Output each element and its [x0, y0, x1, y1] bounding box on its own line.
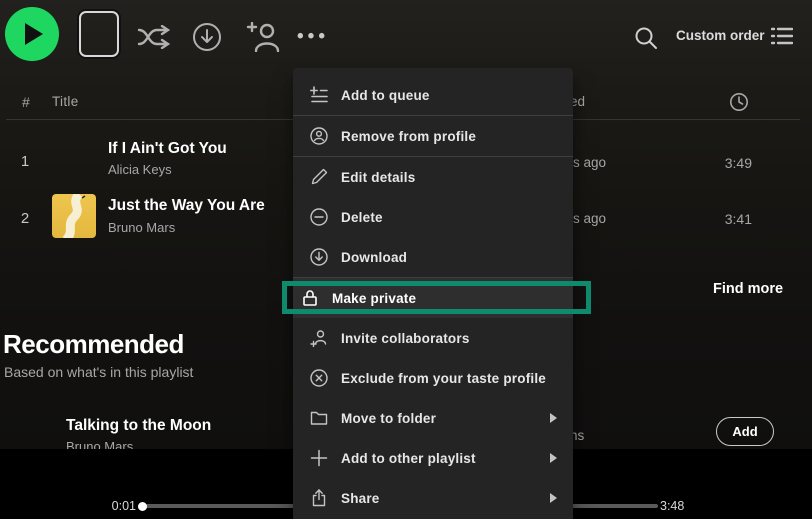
download-circle-icon [193, 23, 221, 51]
play-button[interactable] [5, 7, 59, 61]
menu-item-invite-collaborators[interactable]: Invite collaborators [293, 318, 573, 358]
menu-item-label: Delete [341, 209, 383, 225]
list-view-icon [771, 27, 793, 45]
pencil-icon [310, 168, 328, 186]
track-row-2-duration: 3:41 [724, 211, 752, 227]
find-more-link[interactable]: Find more [713, 281, 783, 297]
track-row-2-artist[interactable]: Bruno Mars [108, 220, 175, 235]
menu-item-share[interactable]: Share [293, 478, 573, 518]
track-row-1-index[interactable]: 1 [15, 153, 35, 170]
submenu-arrow-icon [550, 453, 557, 463]
add-to-queue-icon [310, 86, 328, 104]
track-row-1-duration: 3:49 [724, 155, 752, 171]
x-circle-icon [310, 369, 328, 387]
track-row-2-album-art[interactable] [52, 194, 96, 238]
menu-item-label: Remove from profile [341, 128, 477, 144]
menu-item-label: Share [341, 490, 380, 506]
menu-item-label: Add to other playlist [341, 450, 476, 466]
menu-item-label: Add to queue [341, 87, 430, 103]
menu-item-label: Edit details [341, 169, 416, 185]
menu-item-delete[interactable]: Delete [293, 197, 573, 237]
add-recommended-track-button[interactable]: Add [716, 417, 774, 446]
album-art-road-graphic [62, 194, 86, 238]
submenu-arrow-icon [550, 413, 557, 423]
recommended-row-title[interactable]: Talking to the Moon [66, 417, 211, 435]
track-row-2-date-added-fragment: s ago [573, 211, 607, 226]
plus-icon [310, 449, 328, 467]
person-add-icon [310, 329, 328, 347]
recommended-subtitle: Based on what's in this playlist [4, 364, 194, 380]
download-playlist-button[interactable] [191, 21, 223, 53]
shuffle-button[interactable] [135, 23, 175, 51]
menu-item-remove-from-profile[interactable]: Remove from profile [293, 116, 573, 156]
more-options-button[interactable]: ••• [295, 24, 331, 50]
lock-icon [301, 289, 319, 307]
menu-item-make-private[interactable]: Make private [293, 278, 573, 318]
menu-item-add-to-other-playlist[interactable]: Add to other playlist [293, 438, 573, 478]
minus-circle-icon [310, 208, 328, 226]
menu-item-label: Make private [332, 290, 417, 306]
remove-from-profile-icon [310, 127, 328, 145]
column-header-duration[interactable] [729, 92, 749, 112]
column-header-title[interactable]: Title [52, 94, 79, 109]
track-row-1-artist[interactable]: Alicia Keys [108, 162, 172, 177]
menu-item-label: Invite collaborators [341, 330, 470, 346]
menu-item-download[interactable]: Download [293, 237, 573, 277]
ellipsis-icon: ••• [297, 26, 329, 47]
share-icon [310, 489, 328, 507]
menu-item-add-to-queue[interactable]: Add to queue [293, 75, 573, 115]
add-user-icon [246, 22, 280, 52]
play-icon [25, 23, 43, 45]
column-header-index[interactable]: # [22, 94, 30, 110]
sort-order-button[interactable]: Custom order [676, 28, 765, 43]
playlist-page: ••• Custom order # Title ed 1 If I Ain't… [0, 0, 812, 519]
search-in-playlist-button[interactable] [633, 25, 659, 51]
seek-handle[interactable] [138, 502, 147, 511]
menu-item-edit-details[interactable]: Edit details [293, 157, 573, 197]
invite-collaborators-button[interactable] [243, 21, 283, 53]
add-button-label: Add [732, 424, 758, 439]
recommended-heading: Recommended [3, 329, 184, 359]
shuffle-icon [137, 25, 171, 49]
track-row-2-index[interactable]: 2 [15, 210, 35, 227]
clock-icon [730, 93, 748, 111]
track-row-1-title[interactable]: If I Ain't Got You [108, 140, 227, 158]
total-duration: 3:48 [660, 499, 685, 513]
track-row-2-title[interactable]: Just the Way You Are [108, 197, 265, 215]
search-icon [635, 27, 657, 49]
now-playing-thumbnail[interactable] [79, 11, 119, 57]
menu-item-label: Download [341, 249, 408, 265]
folder-icon [310, 409, 328, 427]
submenu-arrow-icon [550, 493, 557, 503]
elapsed-time: 0:01 [111, 499, 136, 513]
menu-item-label: Exclude from your taste profile [341, 370, 546, 386]
playlist-context-menu: Add to queue Remove from profile Edit de… [293, 68, 573, 519]
view-as-list-button[interactable] [770, 26, 794, 46]
download-circle-icon [310, 248, 328, 266]
track-row-1-album-art[interactable] [52, 137, 96, 181]
menu-item-label: Move to folder [341, 410, 437, 426]
menu-item-exclude-taste-profile[interactable]: Exclude from your taste profile [293, 358, 573, 398]
menu-item-move-to-folder[interactable]: Move to folder [293, 398, 573, 438]
track-row-1-date-added-fragment: s ago [573, 155, 607, 170]
